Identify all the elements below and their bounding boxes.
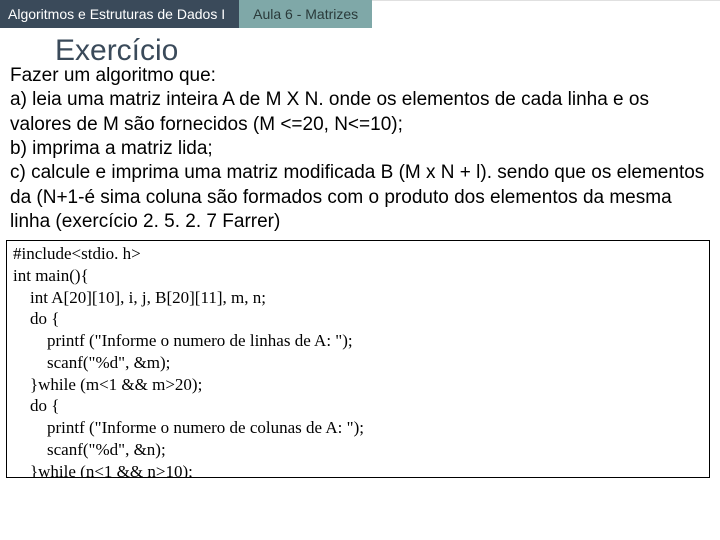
header-spacer: [372, 0, 720, 28]
slide-header: Algoritmos e Estruturas de Dados I Aula …: [0, 0, 720, 28]
code-listing: #include<stdio. h> int main(){ int A[20]…: [6, 240, 710, 478]
prompt-item-a: a) leia uma matriz inteira A de M X N. o…: [10, 88, 710, 137]
code-line: #include<stdio. h>: [13, 244, 141, 263]
header-lesson: Aula 6 - Matrizes: [239, 0, 372, 28]
code-line: scanf("%d", &n);: [13, 440, 166, 459]
prompt-item-c: c) calcule e imprima uma matriz modifica…: [10, 161, 710, 234]
slide-title: Exercício: [55, 34, 720, 68]
code-line: do {: [13, 396, 59, 415]
code-line: do {: [13, 309, 59, 328]
prompt-item-b: b) imprima a matriz lida;: [10, 137, 710, 161]
header-course: Algoritmos e Estruturas de Dados I: [0, 0, 239, 28]
code-line: }while (n<1 && n>10);: [13, 462, 193, 479]
code-line: printf ("Informe o numero de colunas de …: [13, 418, 364, 437]
code-line: scanf("%d", &m);: [13, 353, 170, 372]
code-line: int main(){: [13, 266, 89, 285]
code-line: int A[20][10], i, j, B[20][11], m, n;: [13, 288, 266, 307]
exercise-prompt: Fazer um algoritmo que: a) leia uma matr…: [0, 64, 720, 234]
prompt-intro: Fazer um algoritmo que:: [10, 64, 710, 88]
code-line: printf ("Informe o numero de linhas de A…: [13, 331, 353, 350]
code-line: }while (m<1 && m>20);: [13, 375, 202, 394]
